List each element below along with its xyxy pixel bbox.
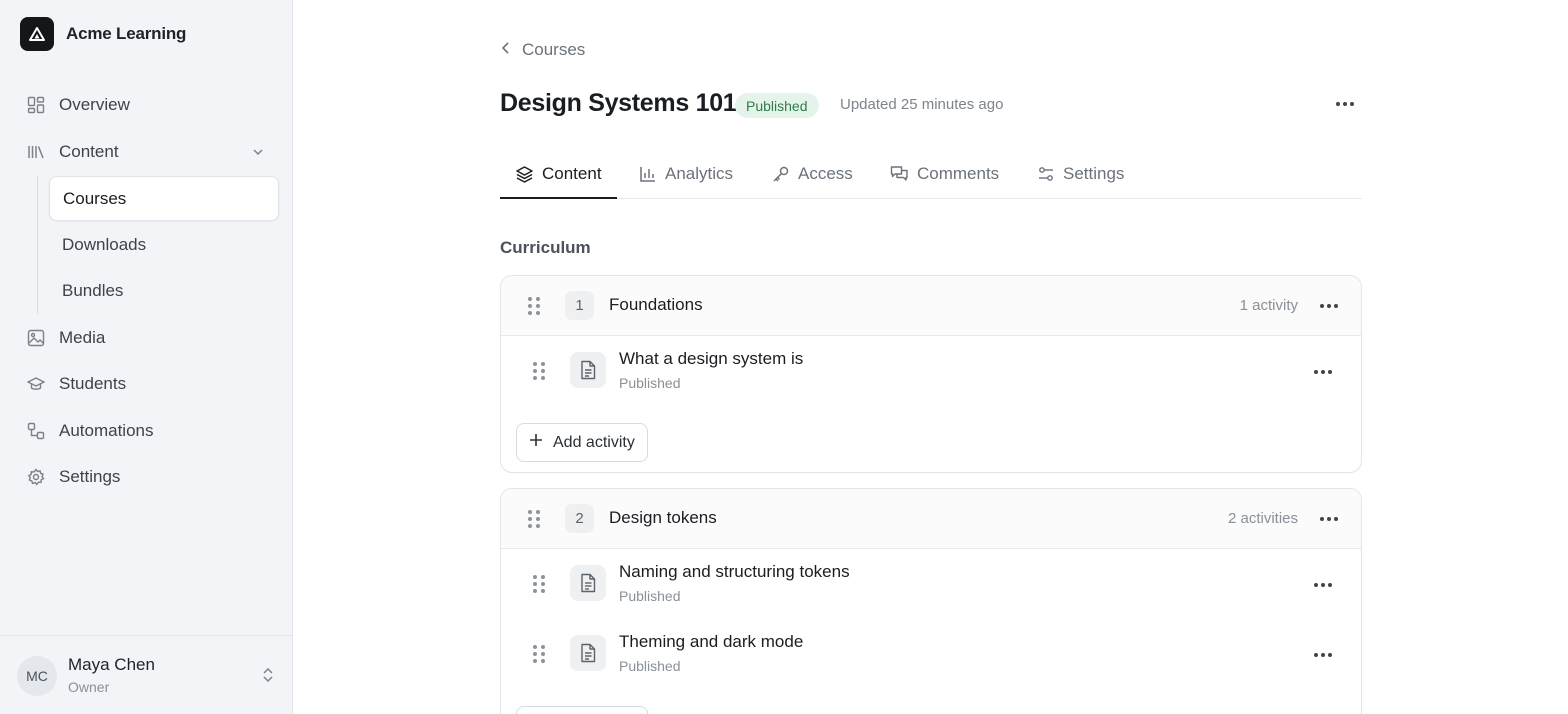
plus-icon	[529, 433, 543, 452]
document-icon	[570, 635, 606, 671]
more-options-icon[interactable]	[1311, 364, 1335, 380]
grid-icon	[27, 96, 45, 114]
user-menu[interactable]: MC Maya Chen Owner	[0, 635, 293, 714]
sidebar-item-label: Content	[59, 142, 119, 161]
module-title: Design tokens	[609, 508, 717, 527]
workflow-icon	[27, 422, 45, 440]
status-badge: Published	[735, 93, 819, 118]
drag-handle-icon[interactable]	[528, 510, 542, 528]
sidebar-subitem-bundles[interactable]: Bundles	[49, 268, 279, 313]
activity-title: Theming and dark mode	[619, 632, 804, 651]
module-title: Foundations	[609, 295, 703, 314]
chevron-down-icon[interactable]	[251, 145, 265, 164]
module-header[interactable]: 1 Foundations 1 activity	[501, 276, 1361, 336]
activity-status: Published	[619, 588, 681, 604]
tab-analytics[interactable]: Analytics	[639, 150, 733, 198]
drag-handle-icon[interactable]	[533, 362, 547, 380]
app-name: Acme Learning	[66, 24, 187, 43]
sidebar-item-settings[interactable]: Settings	[20, 458, 279, 496]
sidebar-item-students[interactable]: Students	[20, 365, 279, 403]
sidebar-item-label: Overview	[59, 95, 130, 114]
chevron-up-down-icon[interactable]	[261, 666, 275, 689]
sidebar-item-label: Automations	[59, 421, 154, 440]
sidebar-subitem-courses[interactable]: Courses	[49, 176, 279, 221]
tab-label: Access	[798, 164, 853, 183]
avatar: MC	[17, 656, 57, 696]
module-header[interactable]: 2 Design tokens 2 activities	[501, 489, 1361, 549]
breadcrumb-link[interactable]: Courses	[522, 40, 585, 60]
subnav-divider	[37, 176, 38, 314]
tab-label: Comments	[917, 164, 1000, 183]
sidebar-item-automations[interactable]: Automations	[20, 412, 279, 450]
sidebar-item-content[interactable]: Content	[20, 133, 279, 171]
activity-row[interactable]: What a design system is Published	[501, 336, 1361, 406]
graduation-cap-icon	[27, 375, 45, 393]
drag-handle-icon[interactable]	[528, 297, 542, 315]
gear-icon	[27, 468, 45, 486]
activity-status: Published	[619, 375, 681, 391]
sidebar-item-label: Media	[59, 328, 106, 347]
triangle-logo-icon	[20, 17, 54, 51]
tab-label: Settings	[1063, 164, 1125, 183]
sliders-icon	[1037, 165, 1055, 183]
module-number: 2	[565, 504, 594, 533]
brand[interactable]: Acme Learning	[20, 17, 186, 51]
sidebar-item-label: Students	[59, 374, 127, 393]
tab-settings[interactable]: Settings	[1037, 150, 1124, 198]
activity-title: What a design system is	[619, 349, 804, 368]
user-name: Maya Chen	[68, 655, 155, 674]
chevron-left-icon	[500, 40, 512, 60]
activity-status: Published	[619, 658, 681, 674]
page-title: Design Systems 101	[500, 89, 737, 117]
sidebar-item-media[interactable]: Media	[20, 319, 279, 357]
sidebar-item-label: Settings	[59, 467, 121, 486]
breadcrumb[interactable]: Courses	[500, 40, 585, 60]
sidebar-subitem-downloads[interactable]: Downloads	[49, 222, 279, 267]
image-icon	[27, 329, 45, 347]
tab-comments[interactable]: Comments	[890, 150, 999, 198]
key-icon	[772, 165, 790, 183]
curriculum-heading: Curriculum	[500, 238, 591, 257]
tab-content[interactable]: Content	[500, 150, 617, 199]
comments-icon	[890, 165, 909, 183]
drag-handle-icon[interactable]	[533, 645, 547, 663]
course-tabs: Content Analytics Access Comments Settin…	[500, 150, 1362, 199]
sidebar: Acme Learning Overview Content Courses D…	[0, 0, 293, 714]
updated-timestamp: Updated 25 minutes ago	[840, 96, 1004, 113]
drag-handle-icon[interactable]	[533, 575, 547, 593]
layers-icon	[515, 165, 534, 184]
bar-chart-icon	[639, 165, 657, 183]
add-activity-label: Add activity	[553, 433, 635, 451]
library-icon	[27, 143, 45, 161]
module-card: 2 Design tokens 2 activities Naming and …	[500, 488, 1362, 714]
more-options-icon[interactable]	[1333, 96, 1357, 112]
document-icon	[570, 565, 606, 601]
more-options-icon[interactable]	[1317, 511, 1341, 527]
add-activity-button[interactable]: Add activity	[516, 706, 648, 714]
activity-count: 2 activities	[1227, 510, 1298, 527]
more-options-icon[interactable]	[1317, 298, 1341, 314]
add-activity-button[interactable]: Add activity	[516, 423, 648, 462]
module-number: 1	[565, 291, 594, 320]
module-card: 1 Foundations 1 activity What a design s…	[500, 275, 1362, 473]
tab-label: Analytics	[665, 164, 734, 183]
document-icon	[570, 352, 606, 388]
tab-label: Content	[542, 164, 602, 183]
activity-count: 1 activity	[1239, 297, 1298, 314]
more-options-icon[interactable]	[1311, 647, 1335, 663]
tab-access[interactable]: Access	[772, 150, 853, 198]
user-role: Owner	[68, 679, 110, 695]
activity-row[interactable]: Naming and structuring tokens Published	[501, 549, 1361, 619]
sidebar-item-overview[interactable]: Overview	[20, 86, 279, 124]
more-options-icon[interactable]	[1311, 577, 1335, 593]
activity-title: Naming and structuring tokens	[619, 562, 850, 581]
activity-row[interactable]: Theming and dark mode Published	[501, 619, 1361, 689]
